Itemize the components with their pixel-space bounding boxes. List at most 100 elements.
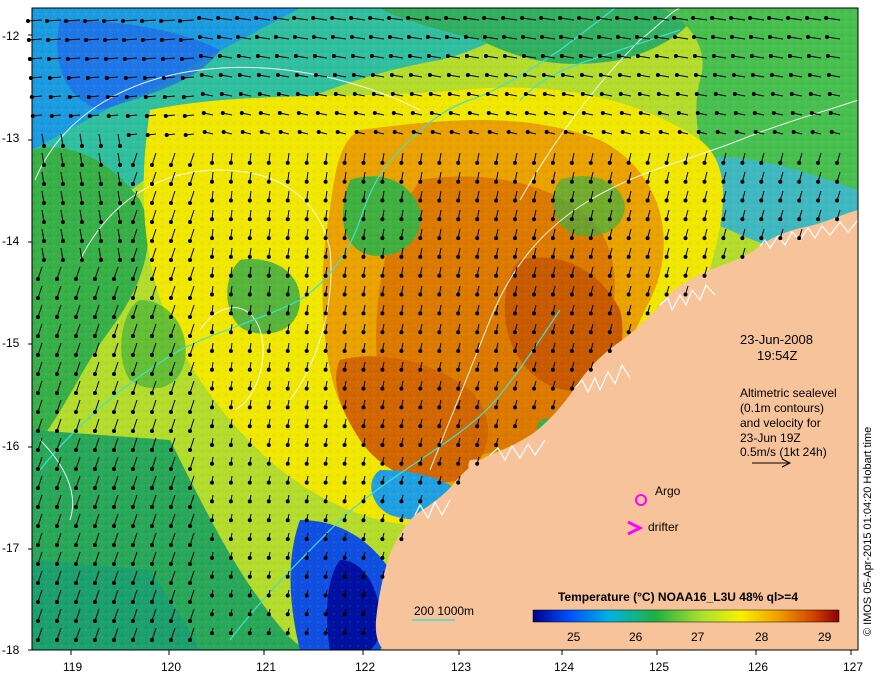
- velocity-arrow-head: [753, 130, 758, 134]
- velocity-arrow-head: [169, 277, 173, 281]
- altimetry-text: Altimetric sealevel: [740, 386, 837, 400]
- velocity-arrow-head: [55, 524, 59, 528]
- velocity-arrow-head: [540, 54, 545, 58]
- velocity-arrow-head: [150, 581, 154, 585]
- velocity-arrow-head: [559, 35, 563, 39]
- velocity-arrow-head: [409, 92, 414, 96]
- velocity-arrow-head: [618, 92, 623, 96]
- velocity-arrow-head: [702, 198, 707, 203]
- velocity-arrow-head: [475, 405, 480, 410]
- velocity-arrow-head: [456, 311, 461, 316]
- velocity-arrow-head: [74, 543, 78, 547]
- velocity-arrow-head: [210, 480, 214, 485]
- velocity-arrow-head: [361, 537, 366, 542]
- velocity-arrow-head: [388, 54, 393, 58]
- velocity-arrow-head: [304, 518, 309, 523]
- velocity-arrow-head: [721, 236, 726, 241]
- velocity-arrow-head: [169, 334, 173, 338]
- velocity-arrow-head: [588, 311, 593, 316]
- velocity-arrow-head: [228, 311, 233, 316]
- velocity-arrow-head: [292, 35, 297, 39]
- velocity-arrow-head: [80, 163, 84, 167]
- velocity-arrow-head: [645, 273, 650, 278]
- velocity-arrow-head: [311, 16, 316, 20]
- velocity-arrow-head: [118, 144, 122, 148]
- velocity-arrow-head: [692, 35, 696, 39]
- velocity-arrow-head: [835, 160, 840, 165]
- velocity-arrow-head: [169, 619, 173, 623]
- velocity-arrow-head: [219, 92, 224, 96]
- velocity-arrow-head: [293, 54, 298, 58]
- velocity-arrow-head: [273, 16, 278, 20]
- velocity-arrow-head: [645, 311, 650, 316]
- velocity-arrow-head: [645, 236, 650, 241]
- velocity-arrow-head: [550, 254, 555, 259]
- velocity-arrow-head: [513, 386, 517, 391]
- velocity-arrow-head: [475, 179, 480, 184]
- velocity-arrow-head: [399, 480, 404, 485]
- velocity-arrow-head: [36, 638, 40, 642]
- velocity-arrow-head: [734, 130, 739, 134]
- velocity-arrow-head: [197, 35, 202, 39]
- velocity-arrow-head: [522, 73, 527, 77]
- velocity-arrow-head: [532, 330, 536, 335]
- velocity-arrow-head: [380, 198, 385, 203]
- velocity-arrow-head: [228, 443, 233, 447]
- velocity-arrow-head: [118, 239, 122, 243]
- velocity-arrow-head: [304, 555, 309, 560]
- velocity-arrow-head: [131, 277, 135, 281]
- velocity-arrow-head: [266, 555, 271, 560]
- velocity-arrow-head: [36, 505, 40, 509]
- velocity-arrow-head: [494, 330, 499, 335]
- velocity-arrow-head: [210, 631, 214, 636]
- velocity-arrow-head: [601, 130, 606, 134]
- velocity-arrow-head: [105, 95, 110, 99]
- velocity-arrow-head: [112, 277, 116, 281]
- velocity-arrow-head: [569, 292, 574, 297]
- velocity-arrow-head: [199, 73, 204, 77]
- velocity-arrow-head: [304, 424, 309, 429]
- velocity-arrow-head: [169, 467, 173, 471]
- colorbar: [532, 609, 840, 623]
- velocity-arrow-head: [578, 35, 582, 39]
- velocity-arrow-head: [683, 254, 688, 259]
- velocity-scale-label: 0.5m/s (1kt 24h): [740, 445, 827, 459]
- velocity-arrow-head: [285, 499, 290, 504]
- velocity-arrow-head: [835, 198, 840, 203]
- velocity-arrow-head: [466, 92, 471, 96]
- velocity-arrow-head: [361, 236, 366, 241]
- velocity-arrow-head: [323, 405, 328, 410]
- velocity-arrow-head: [768, 35, 772, 39]
- velocity-arrow-head: [258, 111, 263, 115]
- velocity-arrow-head: [247, 236, 252, 241]
- velocity-arrow-head: [55, 334, 59, 338]
- velocity-arrow-head: [112, 543, 116, 547]
- velocity-arrow-head: [36, 277, 40, 281]
- lat-label: -14: [2, 234, 20, 248]
- velocity-arrow-head: [464, 54, 469, 58]
- velocity-arrow-head: [47, 76, 52, 80]
- velocity-arrow-head: [313, 73, 318, 77]
- velocity-arrow-head: [247, 480, 252, 485]
- velocity-arrow-head: [456, 254, 461, 259]
- velocity-arrow-head: [74, 600, 78, 604]
- velocity-arrow-head: [702, 273, 707, 278]
- velocity-arrow-head: [399, 443, 404, 447]
- velocity-arrow-head: [335, 130, 340, 134]
- velocity-arrow-head: [482, 16, 487, 20]
- velocity-arrow-head: [240, 130, 245, 134]
- velocity-arrow-head: [150, 391, 154, 395]
- velocity-arrow-head: [399, 386, 404, 391]
- velocity-arrow-head: [188, 581, 192, 585]
- velocity-arrow-head: [418, 424, 423, 429]
- velocity-arrow-head: [323, 443, 328, 447]
- velocity-arrow-head: [238, 92, 243, 96]
- velocity-arrow-head: [46, 38, 50, 42]
- velocity-arrow-head: [150, 353, 154, 357]
- velocity-arrow-head: [437, 160, 442, 165]
- velocity-arrow-head: [150, 239, 154, 243]
- velocity-arrow-head: [448, 111, 453, 115]
- velocity-arrow-head: [790, 111, 795, 115]
- velocity-arrow-head: [141, 57, 146, 61]
- velocity-arrow-head: [150, 163, 154, 167]
